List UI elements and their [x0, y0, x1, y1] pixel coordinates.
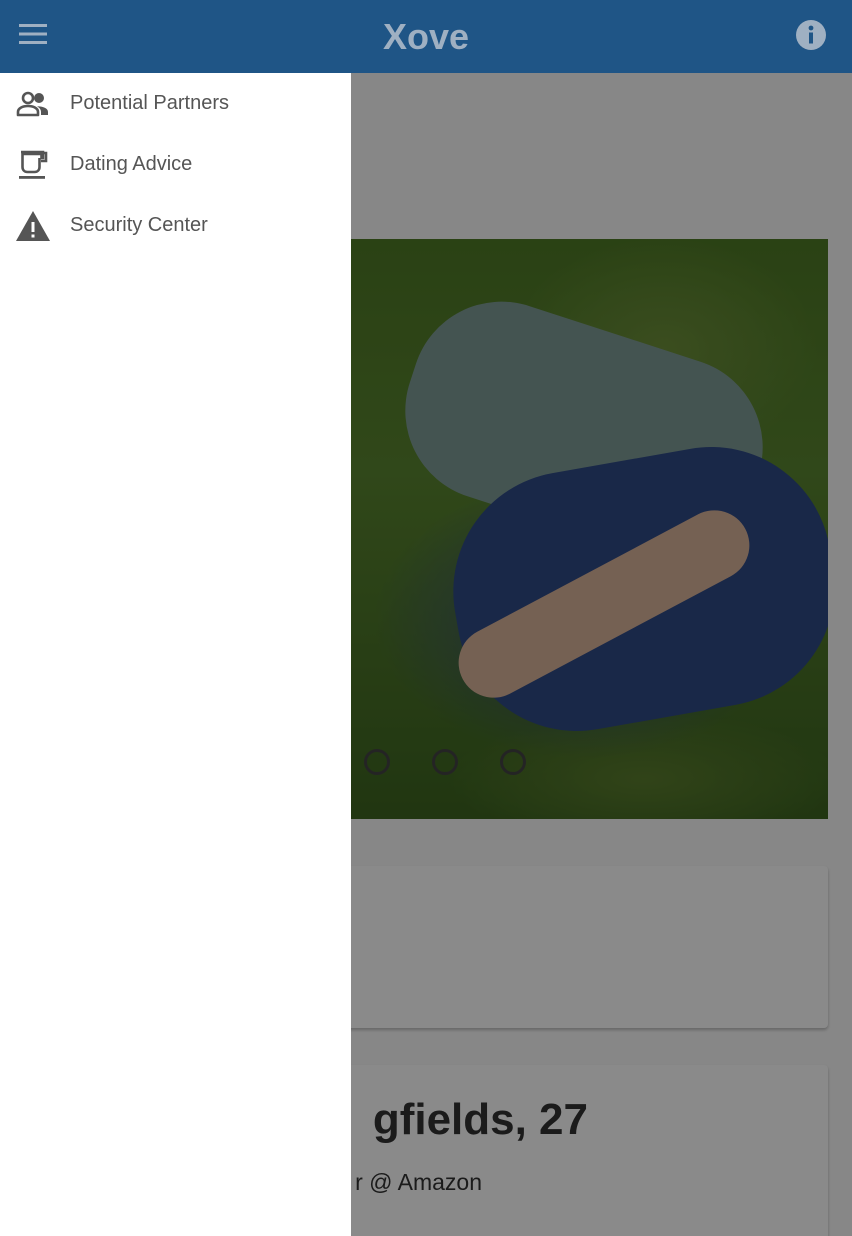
- drawer-item-label: Potential Partners: [70, 92, 229, 114]
- drawer-item-label: Security Center: [70, 214, 208, 236]
- navigation-drawer: Potential Partners Dating Advice Securit…: [0, 73, 351, 1236]
- app-header: Xove: [0, 0, 852, 73]
- drawer-item-potential-partners[interactable]: Potential Partners: [0, 73, 351, 134]
- app-root: Xove gfields, 27 r @ Amazon Potential Pa…: [0, 0, 852, 1236]
- drawer-item-dating-advice[interactable]: Dating Advice: [0, 134, 351, 195]
- drawer-item-label: Dating Advice: [70, 153, 193, 175]
- coffee-cup-icon: [14, 146, 52, 184]
- app-title: Xove: [382, 16, 470, 57]
- drawer-item-security-center[interactable]: Security Center: [0, 195, 351, 256]
- people-icon: [14, 85, 52, 123]
- info-icon: [795, 19, 827, 56]
- info-button[interactable]: [794, 19, 828, 56]
- warning-icon: [14, 207, 52, 245]
